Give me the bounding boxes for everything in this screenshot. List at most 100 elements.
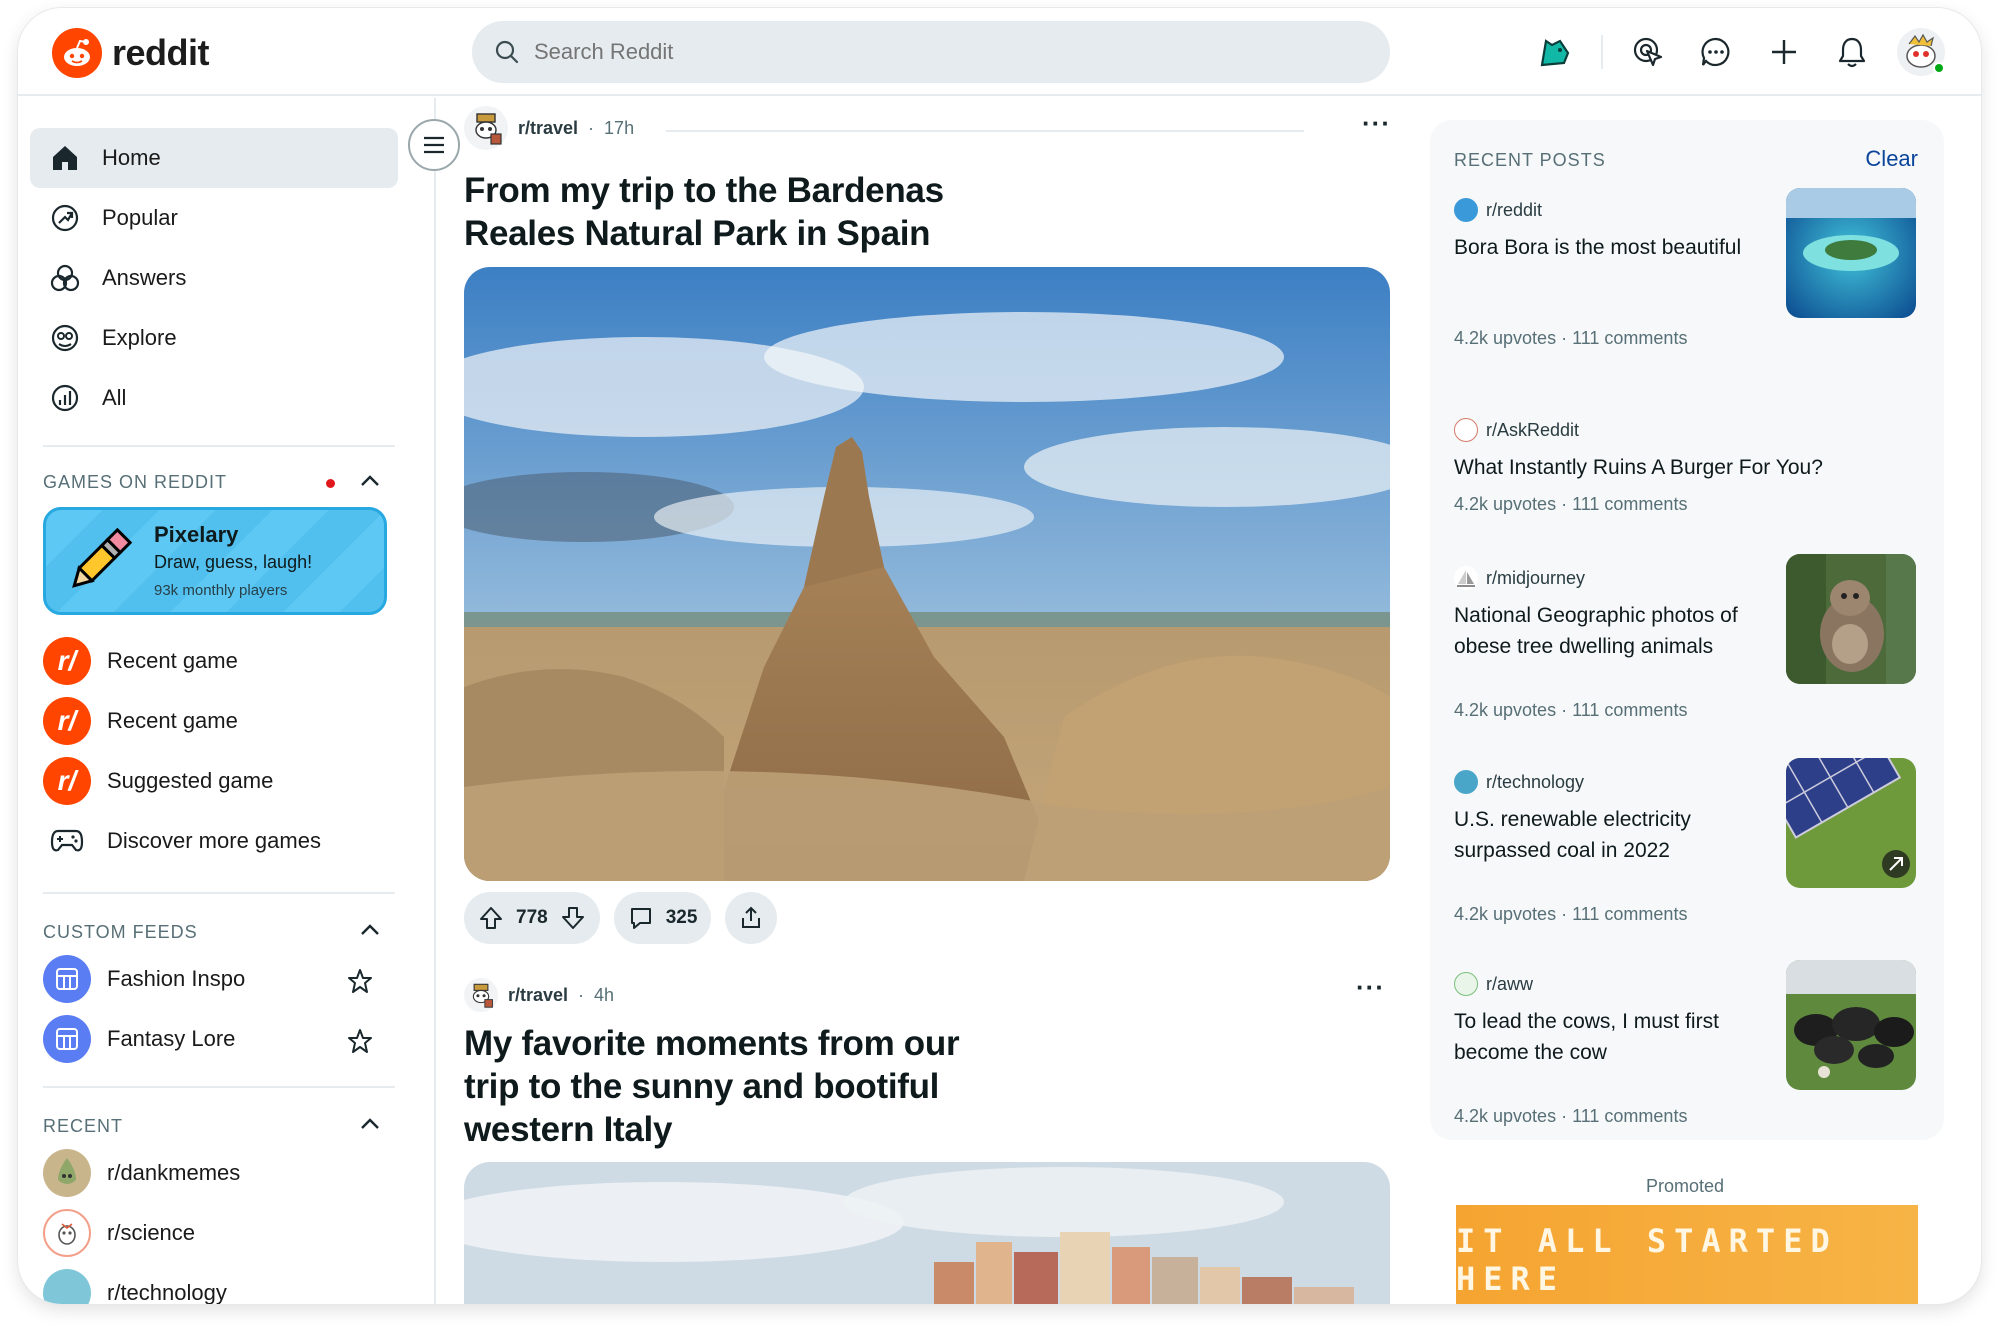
chevron-up-icon[interactable] bbox=[356, 467, 384, 495]
nav-popular[interactable]: Popular bbox=[30, 188, 398, 248]
community-label: r/dankmemes bbox=[107, 1160, 241, 1185]
favorite-star-icon[interactable] bbox=[346, 1027, 374, 1055]
recent-post-stats: 4.2k upvotes · 111 comments bbox=[1454, 1106, 1688, 1126]
post-title-line: My favorite moments from our bbox=[464, 1024, 960, 1063]
comments-button[interactable]: 325 bbox=[613, 892, 712, 944]
chevron-up-icon[interactable] bbox=[356, 1110, 384, 1138]
post-title[interactable]: From my trip to the Bardenas Reales Natu… bbox=[464, 169, 1024, 255]
post-image[interactable] bbox=[464, 267, 1390, 881]
game-label: Recent game bbox=[107, 648, 238, 673]
custom-feed-item[interactable]: Fashion Inspo bbox=[43, 955, 245, 1003]
title-line: obese tree dwelling animals bbox=[1454, 635, 1714, 658]
game-item[interactable]: r/ Suggested game bbox=[43, 757, 273, 805]
search-input[interactable] bbox=[534, 39, 1334, 65]
recent-post-item[interactable]: r/aww To lead the cows, I must first beco… bbox=[1430, 960, 1944, 1132]
subreddit-avatar[interactable] bbox=[464, 978, 498, 1012]
post-subreddit[interactable]: r/travel bbox=[508, 985, 568, 1006]
recent-post-title: U.S. renewable electricity surpassed coal… bbox=[1454, 804, 1774, 866]
discover-games[interactable]: Discover more games bbox=[43, 817, 321, 865]
post-subreddit[interactable]: r/travel bbox=[518, 118, 578, 139]
downvote-icon[interactable] bbox=[560, 905, 586, 931]
recent-community[interactable]: r/science bbox=[43, 1209, 195, 1257]
game-players: 93k monthly players bbox=[154, 582, 288, 599]
recent-post-item[interactable]: r/midjourney National Geographic photos … bbox=[1430, 554, 1944, 746]
recent-post-item[interactable]: r/reddit Bora Bora is the most beautiful… bbox=[1430, 188, 1944, 398]
post-title-line: Reales Natural Park in Spain bbox=[464, 214, 931, 253]
recent-post-item[interactable]: r/technology U.S. renewable electricity s… bbox=[1430, 758, 1944, 950]
promo-text: IT ALL STARTED HERE bbox=[1456, 1222, 1838, 1298]
upvote-icon[interactable] bbox=[478, 905, 504, 931]
nav-label: All bbox=[102, 385, 127, 410]
new-games-indicator bbox=[326, 479, 335, 488]
search-bar[interactable] bbox=[472, 21, 1390, 83]
game-tagline: Draw, guess, laugh! bbox=[154, 552, 313, 572]
post-title-line: western Italy bbox=[464, 1110, 673, 1149]
feed-grid-icon bbox=[43, 955, 91, 1003]
game-app-icon: r/ bbox=[43, 757, 91, 805]
featured-game-card[interactable]: Pixelary Draw, guess, laugh! 93k monthly… bbox=[43, 507, 387, 615]
share-button[interactable] bbox=[725, 892, 778, 944]
game-item[interactable]: r/ Recent game bbox=[43, 697, 238, 745]
snoo-logo-icon bbox=[52, 28, 102, 78]
title-line: become the cow bbox=[1454, 1041, 1607, 1064]
collapse-sidebar-button[interactable] bbox=[408, 119, 460, 171]
gamepad-icon bbox=[43, 817, 91, 865]
recent-post-subreddit: r/technology bbox=[1454, 770, 1584, 794]
hamburger-menu-icon bbox=[424, 136, 444, 154]
chat-icon[interactable] bbox=[1693, 29, 1739, 75]
nav-answers[interactable]: Answers bbox=[30, 248, 398, 308]
game-item[interactable]: r/ Recent game bbox=[43, 637, 238, 685]
post-title[interactable]: My favorite moments from our trip to the… bbox=[464, 1022, 1084, 1151]
post-options-button[interactable]: ··· bbox=[1362, 108, 1391, 139]
nav-all[interactable]: All bbox=[30, 368, 398, 428]
online-status-dot bbox=[1933, 62, 1945, 74]
reddit-logo[interactable]: reddit bbox=[52, 28, 210, 78]
top-header: reddit bbox=[18, 8, 1981, 96]
post-actions: 778 325 bbox=[464, 892, 778, 944]
recent-post-stats: 4.2k upvotes · 111 comments bbox=[1454, 904, 1688, 924]
subreddit-avatar[interactable] bbox=[464, 106, 508, 150]
subreddit-name: r/midjourney bbox=[1486, 567, 1586, 588]
clear-recent-button[interactable]: Clear bbox=[1865, 146, 1918, 172]
nav-explore[interactable]: Explore bbox=[30, 308, 398, 368]
title-line: To lead the cows, I must first bbox=[1454, 1010, 1719, 1033]
community-label: r/science bbox=[107, 1220, 196, 1245]
vote-count: 778 bbox=[516, 907, 548, 928]
nav-home[interactable]: Home bbox=[30, 128, 398, 188]
notification-icon[interactable] bbox=[1829, 29, 1875, 75]
post-header: r/travel · 4h bbox=[464, 978, 614, 1012]
favorite-star-icon[interactable] bbox=[346, 967, 374, 995]
subreddit-icon bbox=[1454, 198, 1478, 222]
recent-post-title: Bora Bora is the most beautiful bbox=[1454, 232, 1774, 263]
subreddit-name: r/technology bbox=[1486, 771, 1585, 792]
chevron-up-icon[interactable] bbox=[356, 916, 384, 944]
post-header-line bbox=[666, 130, 1304, 132]
comment-icon bbox=[630, 908, 651, 929]
post-title-line: trip to the sunny and bootiful bbox=[464, 1067, 940, 1106]
game-title: Pixelary bbox=[154, 522, 239, 547]
ads-icon[interactable] bbox=[1533, 29, 1579, 75]
create-icon[interactable] bbox=[1761, 29, 1807, 75]
nav-label: Popular bbox=[102, 205, 178, 230]
post-options-button[interactable]: ··· bbox=[1356, 972, 1385, 1003]
subreddit-name: r/AskReddit bbox=[1486, 419, 1580, 440]
custom-feed-item[interactable]: Fantasy Lore bbox=[43, 1015, 235, 1063]
user-avatar[interactable] bbox=[1897, 28, 1945, 76]
recent-posts-panel: RECENT POSTS Clear r/reddit Bora Bora is… bbox=[1430, 120, 1944, 1140]
subreddit-icon bbox=[1454, 770, 1478, 794]
recent-post-subreddit: r/reddit bbox=[1454, 198, 1542, 222]
recent-post-item[interactable]: r/AskReddit What Instantly Ruins A Burge… bbox=[1430, 418, 1944, 528]
recent-community[interactable]: r/technology bbox=[43, 1269, 227, 1304]
recent-header[interactable]: RECENT bbox=[43, 1116, 123, 1137]
popular-icon[interactable] bbox=[1625, 29, 1671, 75]
custom-feeds-header[interactable]: CUSTOM FEEDS bbox=[43, 922, 198, 943]
post-image[interactable] bbox=[464, 1162, 1390, 1304]
home-icon bbox=[53, 146, 77, 170]
share-icon bbox=[742, 906, 761, 928]
recent-posts-header: RECENT POSTS bbox=[1454, 150, 1606, 170]
promoted-ad-banner[interactable]: IT ALL STARTED HERE bbox=[1456, 1205, 1918, 1304]
explore-icon bbox=[51, 324, 79, 352]
recent-post-thumbnail bbox=[1786, 554, 1916, 684]
recent-community[interactable]: r/dankmemes bbox=[43, 1149, 240, 1197]
games-section-header[interactable]: GAMES ON REDDIT bbox=[43, 472, 227, 493]
